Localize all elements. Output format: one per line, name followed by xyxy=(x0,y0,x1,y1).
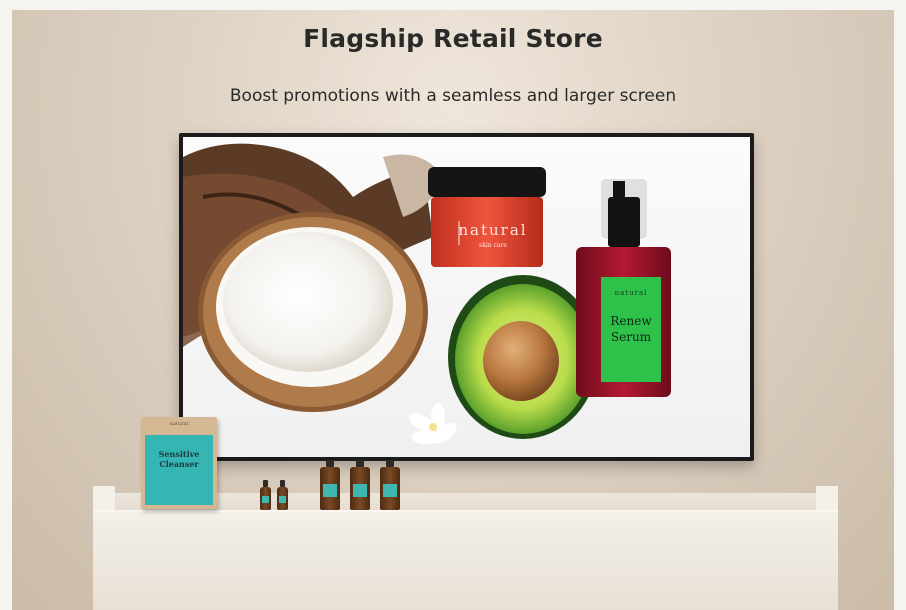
cleanser-title-line1: Sensitive xyxy=(158,449,200,459)
cleanser-box: natural Sensitive Cleanser xyxy=(141,417,217,509)
display-shelf xyxy=(93,510,838,610)
white-flower xyxy=(409,403,457,444)
small-bottle xyxy=(277,480,288,510)
svg-text:Serum: Serum xyxy=(611,330,652,344)
screen-image: natural skin care natural Renew Serum xyxy=(183,137,750,457)
red-jar: natural skin care xyxy=(428,167,546,267)
wall-subheadline: Boost promotions with a seamless and lar… xyxy=(229,86,677,106)
cleanser-box-label: Sensitive Cleanser xyxy=(145,435,213,505)
svg-text:natural: natural xyxy=(458,221,527,239)
small-bottle xyxy=(260,480,271,510)
cleanser-title-line2: Cleanser xyxy=(159,459,199,469)
cleanser-box-title: Sensitive Cleanser xyxy=(145,449,213,469)
avocado xyxy=(448,275,598,439)
product-bottle xyxy=(320,460,340,510)
product-bottle xyxy=(350,460,370,510)
wall-headline: Flagship Retail Store xyxy=(303,24,603,53)
svg-text:natural: natural xyxy=(615,289,648,297)
photo-frame-top xyxy=(0,0,906,10)
svg-text:Renew: Renew xyxy=(610,314,652,328)
cleanser-box-brand: natural xyxy=(169,421,189,427)
product-bottle xyxy=(380,460,400,510)
shelf-edge-left xyxy=(93,486,115,512)
product-ad-graphic: natural skin care natural Renew Serum xyxy=(183,143,671,444)
shelf-edge-right xyxy=(816,486,838,512)
svg-text:skin care: skin care xyxy=(479,242,507,249)
display-screen: natural skin care natural Renew Serum xyxy=(179,133,754,461)
serum-bottle: natural Renew Serum xyxy=(576,179,671,397)
store-display-photo: Flagship Retail Store Boost promotions w… xyxy=(0,0,906,610)
